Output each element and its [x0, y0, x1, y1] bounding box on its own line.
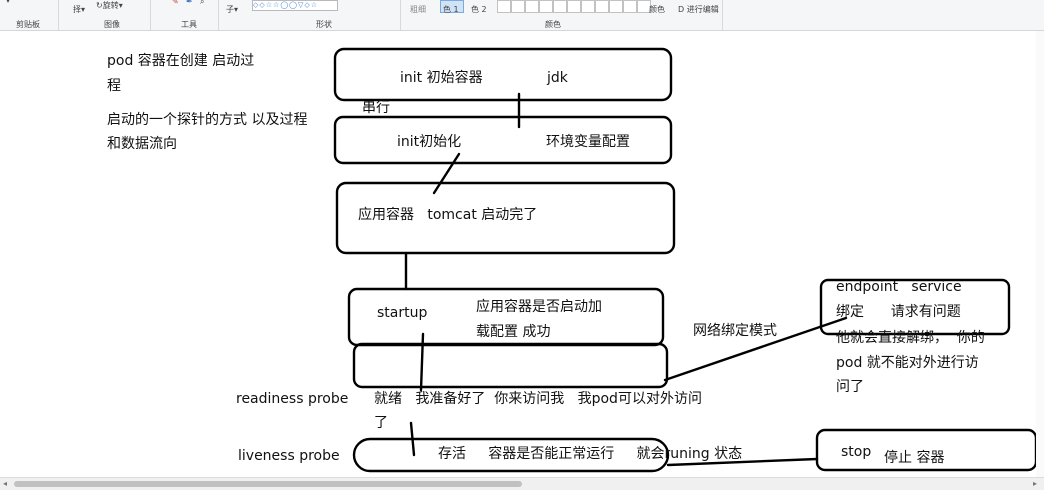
env-config-label: 环境变量配置: [546, 134, 630, 150]
horizontal-scroll-thumb[interactable]: [14, 481, 522, 487]
palette-swatch[interactable]: [581, 0, 595, 13]
palette-swatch[interactable]: [539, 0, 553, 13]
readiness-box: [352, 342, 669, 389]
connector-line: [419, 332, 425, 392]
jdk-label: jdk: [547, 70, 568, 86]
tools-group-label: 工具: [181, 20, 197, 29]
palette-swatch[interactable]: [609, 0, 623, 13]
palette-swatch[interactable]: [595, 0, 609, 13]
startup-desc-line2: 载配置 成功: [476, 324, 551, 340]
note-pod-title-line2: 程: [107, 78, 121, 94]
network-binding-label: 网络绑定模式: [693, 323, 777, 339]
vertical-scrollbar[interactable]: [1036, 31, 1044, 477]
stop-label: stop: [841, 444, 872, 460]
drawing-canvas[interactable]: pod 容器在创建 启动过 程 启动的一个探针的方式 以及过程 和数据流向 in…: [0, 31, 1044, 477]
color-picker-icon[interactable]: ✒: [186, 0, 193, 6]
startup-label: startup: [377, 305, 428, 321]
connector-line: [432, 152, 461, 195]
note-pod-title-line1: pod 容器在创建 启动过: [107, 53, 255, 69]
startup-desc-line1: 应用容器是否启动加: [476, 299, 602, 315]
image-group-label: 图像: [104, 20, 120, 29]
app-container-label: 应用容器 tomcat 启动完了: [358, 207, 538, 223]
stop-desc: 停止 容器: [884, 450, 945, 466]
colors-group-label: 颜色: [545, 20, 561, 29]
ribbon-toolbar: ▾ 剪贴板 择▾ ↻旋转▾ 图像 ✎ ✒ ⌕ 工具 子▾ ◇◇☆☆◯◯▽◇☆ 形…: [0, 0, 1044, 31]
palette-swatch[interactable]: [497, 0, 511, 13]
note-probe-desc-line1: 启动的一个探针的方式 以及过程: [107, 112, 308, 128]
color2-label[interactable]: 色 2: [471, 4, 487, 15]
size-button[interactable]: 粗细: [410, 4, 426, 15]
edit-colors-button[interactable]: 颜色: [649, 4, 665, 15]
select-button[interactable]: 择▾: [73, 4, 85, 15]
paint3d-button[interactable]: D 进行编辑: [678, 4, 719, 15]
palette-swatch[interactable]: [623, 0, 637, 13]
liveness-probe-label: liveness probe: [238, 448, 340, 464]
palette-swatch[interactable]: [567, 0, 581, 13]
endpoint-line1: endpoint service: [836, 279, 962, 295]
palette-swatch[interactable]: [525, 0, 539, 13]
endpoint-line3: 他就会直接解绑， 你的: [836, 330, 985, 346]
scroll-right-arrow-icon[interactable]: ▸: [1033, 478, 1037, 490]
scroll-left-arrow-icon[interactable]: ◂: [3, 478, 7, 490]
clipboard-dropdown[interactable]: ▾: [6, 0, 10, 5]
magnifier-icon[interactable]: ⌕: [200, 0, 204, 7]
horizontal-scrollbar[interactable]: ◂ ▸: [0, 477, 1044, 490]
note-probe-desc-line2: 和数据流向: [107, 136, 177, 152]
clipboard-group-label: 剪贴板: [16, 20, 40, 29]
eraser-icon[interactable]: ✎: [172, 0, 179, 6]
palette-swatch[interactable]: [511, 0, 525, 13]
brushes-button[interactable]: 子▾: [226, 4, 238, 15]
readiness-text-line1: 就绪 我准备好了 你来访问我 我pod可以对外访问: [374, 391, 702, 407]
endpoint-line2: 绑定 请求有问题: [836, 304, 961, 320]
shapes-gallery[interactable]: ◇◇☆☆◯◯▽◇☆: [252, 0, 338, 11]
init-containers-box: [333, 47, 673, 102]
serial-label: 串行: [362, 100, 390, 116]
endpoint-line5: 问了: [836, 379, 864, 395]
palette-swatch[interactable]: [553, 0, 567, 13]
rotate-button[interactable]: ↻旋转▾: [96, 0, 123, 11]
liveness-text: 存活 容器是否能正常运行 就会runing 状态: [438, 446, 743, 462]
readiness-probe-label: readiness probe: [236, 391, 349, 407]
shapes-group-label: 形状: [316, 20, 332, 29]
color1-label: 色 1: [443, 5, 459, 14]
init-containers-label: init 初始容器: [400, 70, 483, 86]
endpoint-line4: pod 就不能对外进行访: [836, 355, 979, 371]
init-init-label: init初始化: [397, 134, 462, 150]
readiness-text-line2: 了: [374, 415, 388, 431]
